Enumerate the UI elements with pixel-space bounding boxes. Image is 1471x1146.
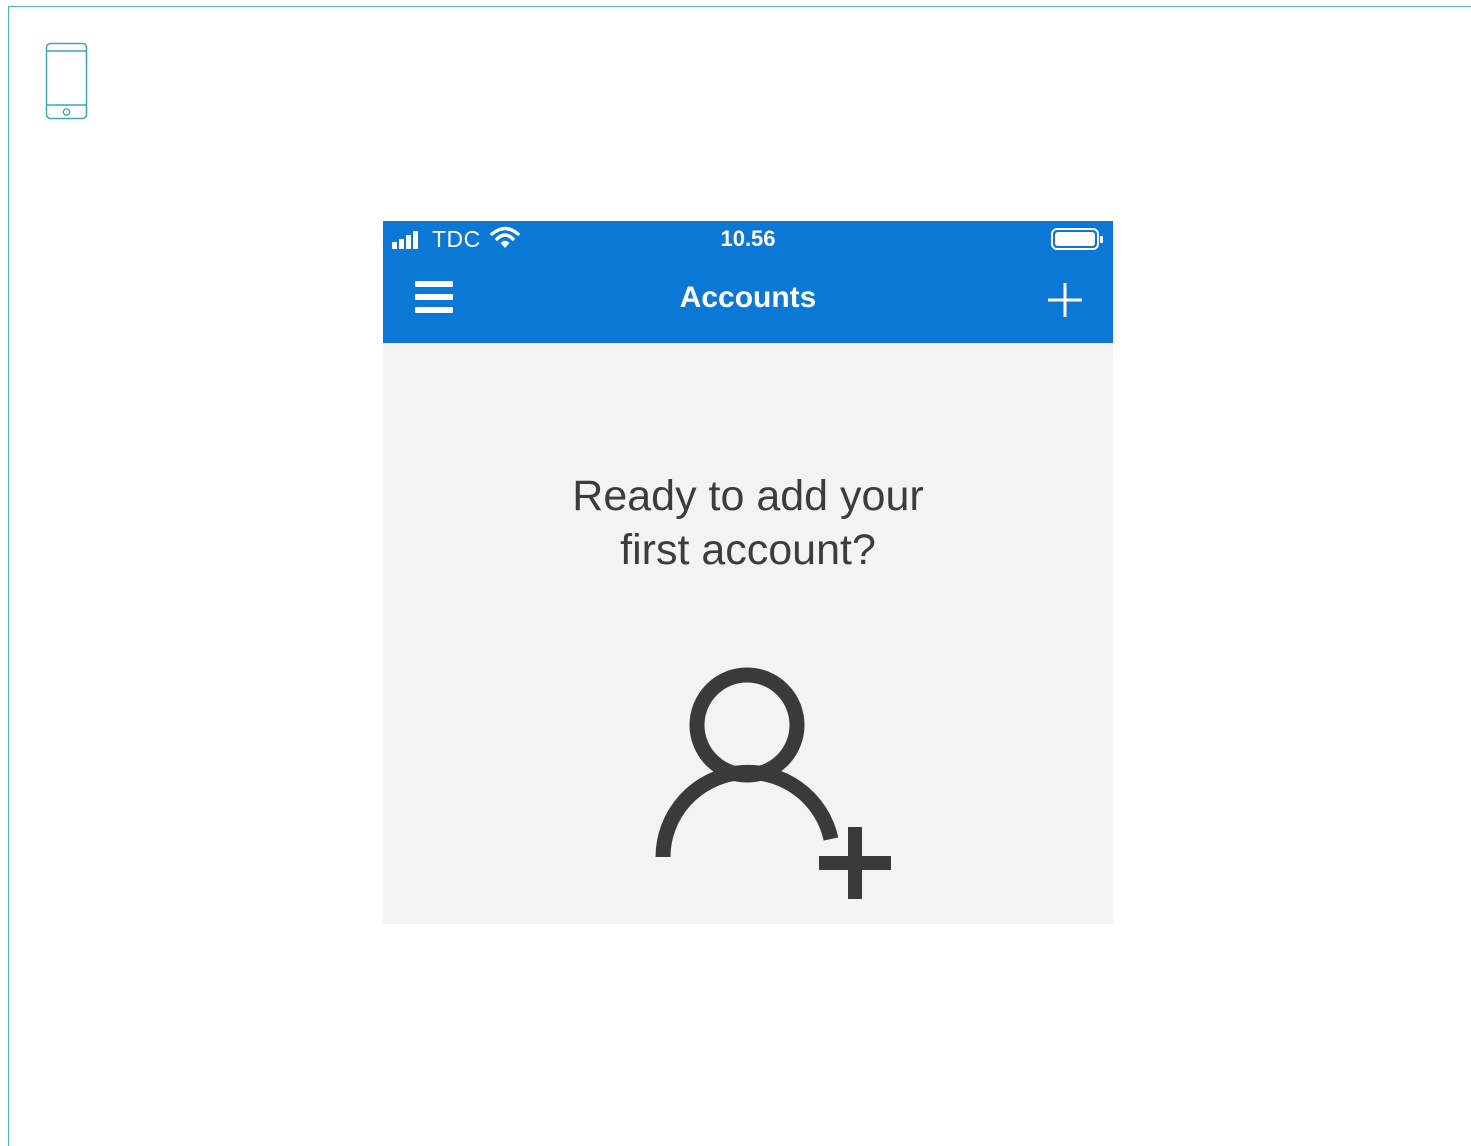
navigation-bar: Accounts	[383, 267, 1113, 337]
empty-state-line-1: Ready to add your	[572, 472, 924, 520]
empty-state-line-2: first account?	[620, 526, 876, 574]
status-time: 10.56	[720, 226, 776, 251]
phone-screenshot: TDC 10.56 Accounts Ready to add your fir…	[383, 221, 1113, 924]
add-user-icon[interactable]	[653, 667, 903, 907]
plus-icon	[1048, 283, 1082, 317]
hamburger-menu-icon	[415, 281, 453, 313]
app-header: TDC 10.56 Accounts	[383, 221, 1113, 343]
status-bar: TDC 10.56	[383, 221, 1113, 257]
battery-icon	[1051, 227, 1105, 251]
page-title: Accounts	[679, 281, 817, 314]
smartphone-icon	[45, 42, 88, 120]
menu-button[interactable]	[411, 277, 459, 321]
add-account-button[interactable]	[1043, 278, 1087, 322]
empty-state-message: Ready to add your first account?	[383, 469, 1113, 577]
